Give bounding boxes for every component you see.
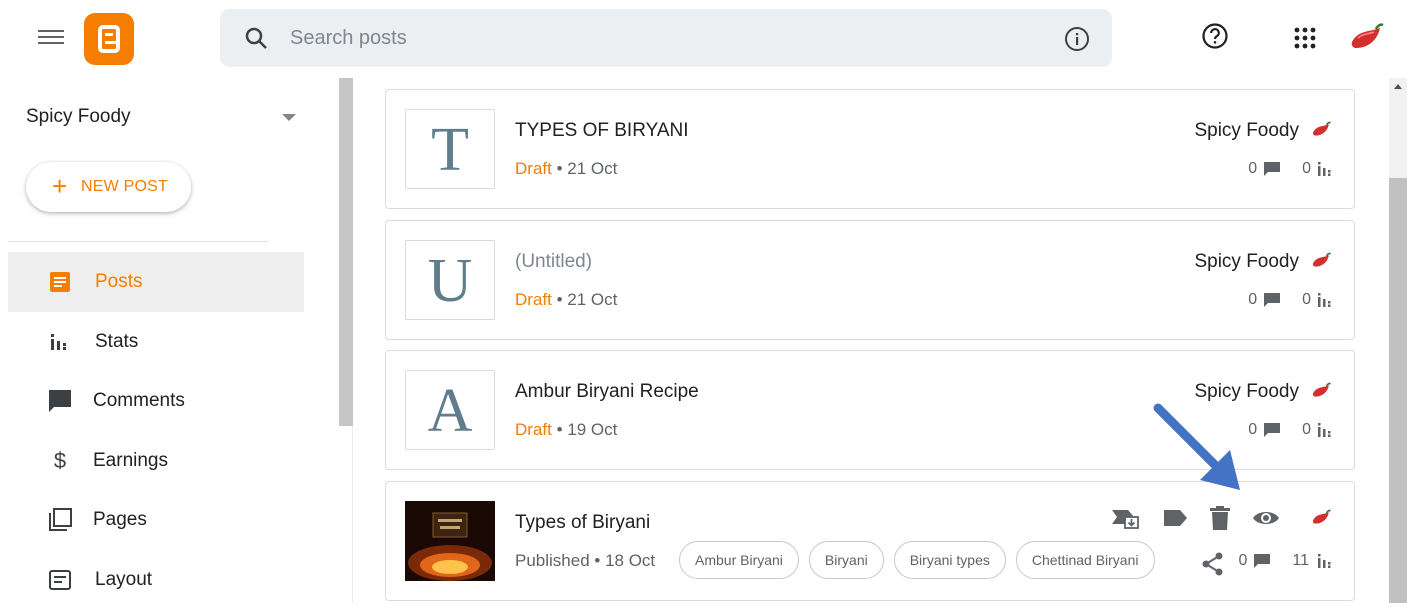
apps-grid-icon[interactable] xyxy=(1294,27,1316,49)
view-count: 0 xyxy=(1302,291,1311,308)
sidebar-item-label: Pages xyxy=(93,509,147,530)
help-icon[interactable] xyxy=(1201,22,1229,50)
sidebar-item-pages[interactable]: Pages xyxy=(8,490,304,550)
post-date: • 19 Oct xyxy=(556,420,618,439)
new-post-button[interactable]: + NEW POST xyxy=(26,162,191,212)
post-meta: Draft • 21 Oct xyxy=(515,159,617,179)
scrollbar-thumb[interactable] xyxy=(1389,178,1407,603)
post-thumbnail-image xyxy=(405,501,495,581)
divider xyxy=(8,241,268,242)
comment-icon xyxy=(1264,293,1281,307)
chevron-down-icon[interactable] xyxy=(282,114,296,121)
comment-count: 0 xyxy=(1248,160,1258,177)
view-icon[interactable] xyxy=(1252,509,1280,527)
chili-avatar xyxy=(1312,382,1331,397)
comment-icon xyxy=(1254,554,1271,568)
blog-selector[interactable]: Spicy Foody xyxy=(26,106,131,128)
posts-icon xyxy=(50,272,70,292)
plus-icon: + xyxy=(52,171,68,201)
top-bar xyxy=(0,0,1407,78)
info-icon[interactable] xyxy=(1064,26,1090,52)
search-input[interactable] xyxy=(290,23,990,53)
sidebar-item-earnings[interactable]: $ Earnings xyxy=(8,431,304,491)
sidebar-item-label: Earnings xyxy=(93,450,168,471)
sidebar-item-comments[interactable]: Comments xyxy=(8,371,304,431)
label-icon[interactable] xyxy=(1162,509,1188,527)
sidebar-item-stats[interactable]: Stats xyxy=(8,312,304,372)
chili-avatar xyxy=(1310,509,1332,527)
post-card[interactable]: U (Untitled) Draft • 21 Oct Spicy Foody … xyxy=(385,220,1355,340)
post-stats: 0 11 xyxy=(1238,552,1332,570)
post-title[interactable]: (Untitled) xyxy=(515,251,592,273)
post-blog-name: Spicy Foody xyxy=(1194,251,1299,272)
post-thumbnail: T xyxy=(405,109,495,189)
comment-icon xyxy=(1264,162,1281,176)
post-thumbnail: A xyxy=(405,370,495,450)
label-chip[interactable]: Ambur Biryani xyxy=(679,541,799,579)
post-title[interactable]: TYPES OF BIRYANI xyxy=(515,120,689,142)
sidebar-item-posts[interactable]: Posts xyxy=(8,252,304,312)
sidebar-item-label: Comments xyxy=(93,390,185,411)
chili-avatar xyxy=(1312,121,1331,136)
sidebar-item-label: Stats xyxy=(95,331,139,352)
view-count: 0 xyxy=(1302,160,1311,177)
label-chip[interactable]: Biryani xyxy=(808,541,884,579)
post-blog-name: Spicy Foody xyxy=(1194,120,1299,141)
page-scrollbar[interactable] xyxy=(1389,78,1407,603)
sidebar-scrollbar[interactable] xyxy=(339,78,353,426)
chili-avatar xyxy=(1312,252,1331,267)
revert-to-draft-icon[interactable] xyxy=(1112,507,1140,529)
view-count: 0 xyxy=(1302,421,1311,438)
scroll-up-arrow-icon[interactable] xyxy=(1394,84,1402,89)
new-post-label: NEW POST xyxy=(81,178,168,195)
pages-icon xyxy=(49,508,72,531)
delete-icon[interactable] xyxy=(1210,506,1230,530)
stats-icon xyxy=(51,334,66,350)
chili-avatar[interactable] xyxy=(1348,22,1384,54)
sidebar: Spicy Foody + NEW POST Posts Stats Comme… xyxy=(0,78,340,603)
comment-count: 0 xyxy=(1238,552,1248,569)
search-bar xyxy=(220,9,1112,67)
post-stats: 0 0 xyxy=(1248,421,1332,439)
post-stats: 0 0 xyxy=(1248,291,1332,309)
status-draft: Draft xyxy=(515,420,552,439)
stats-icon xyxy=(1318,162,1331,176)
status-draft: Draft xyxy=(515,159,552,178)
sidebar-item-label: Posts xyxy=(95,271,143,292)
comments-icon xyxy=(49,390,71,412)
dollar-icon: $ xyxy=(53,448,67,473)
post-actions xyxy=(1090,506,1332,530)
menu-icon[interactable] xyxy=(38,26,64,50)
comment-icon xyxy=(1264,423,1281,437)
post-list: T TYPES OF BIRYANI Draft • 21 Oct Spicy … xyxy=(355,78,1385,603)
stats-icon xyxy=(1318,554,1331,568)
label-chips: Ambur Biryani Biryani Biryani types Chet… xyxy=(679,541,1165,579)
share-icon[interactable] xyxy=(1202,552,1224,576)
annotation-arrow xyxy=(1153,403,1240,490)
stats-icon xyxy=(1318,423,1331,437)
layout-icon xyxy=(49,570,71,590)
stats-icon xyxy=(1318,293,1331,307)
post-meta: Draft • 21 Oct xyxy=(515,290,617,310)
blogger-logo[interactable] xyxy=(84,13,134,65)
status-draft: Draft xyxy=(515,290,552,309)
post-card[interactable]: T TYPES OF BIRYANI Draft • 21 Oct Spicy … xyxy=(385,89,1355,209)
sidebar-item-label: Layout xyxy=(95,569,153,590)
post-thumbnail: U xyxy=(405,240,495,320)
label-chip[interactable]: Biryani types xyxy=(893,541,1006,579)
post-stats: 0 0 xyxy=(1248,160,1332,178)
search-icon[interactable] xyxy=(244,26,268,50)
post-title[interactable]: Ambur Biryani Recipe xyxy=(515,381,699,403)
view-count: 11 xyxy=(1292,552,1309,569)
sidebar-item-layout[interactable]: Layout xyxy=(8,550,304,610)
post-date: • 21 Oct xyxy=(556,290,618,309)
post-date: • 21 Oct xyxy=(556,159,618,178)
post-title[interactable]: Types of Biryani xyxy=(515,512,650,534)
label-chip[interactable]: Chettinad Biryani xyxy=(1015,541,1155,579)
post-meta: Draft • 19 Oct xyxy=(515,420,617,440)
post-meta: Published • 18 Oct xyxy=(515,551,656,570)
comment-count: 0 xyxy=(1248,291,1258,308)
